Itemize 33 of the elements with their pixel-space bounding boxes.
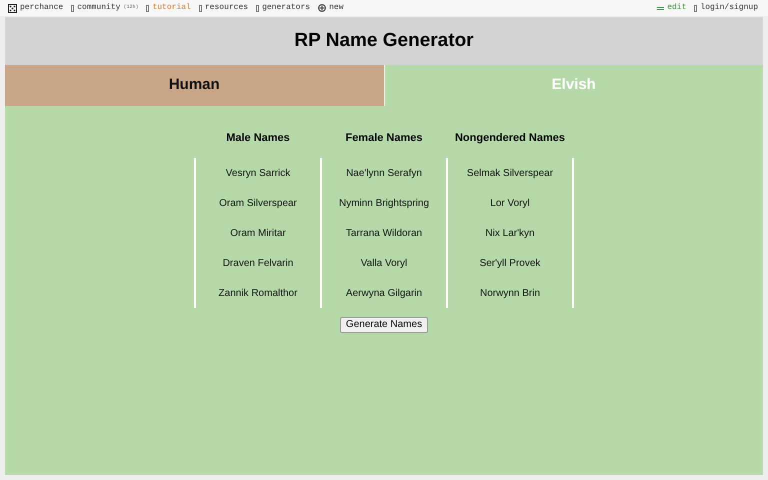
dice-icon — [8, 4, 17, 12]
login-link[interactable]: login/signup — [694, 2, 758, 14]
nav-link[interactable]: new — [318, 2, 344, 14]
name-cell: Aerwyna Gilgarin — [346, 288, 422, 298]
name-cell: Lor Voryl — [490, 198, 530, 208]
plus-circle-icon — [318, 4, 326, 12]
name-cell: Oram Silverspear — [219, 198, 297, 208]
name-cell: Zannik Romalthor — [218, 288, 298, 298]
box-icon — [694, 4, 698, 12]
column-header: Nongendered Names — [454, 132, 566, 144]
box-icon — [256, 4, 260, 12]
name-cell: Tarrana Wildoran — [346, 228, 422, 238]
box-icon — [198, 4, 202, 12]
nav-link[interactable]: resources — [198, 2, 248, 14]
nav-link[interactable]: perchance — [8, 2, 64, 14]
name-cell: Draven Felvarin — [222, 258, 294, 268]
name-cell: Selmak Silverspear — [466, 168, 554, 178]
box-icon — [146, 4, 150, 12]
name-cell: Nyminn Brightspring — [338, 198, 430, 208]
generate-names-button[interactable]: Generate Names — [340, 317, 428, 333]
box-icon — [71, 4, 74, 12]
name-cell: Valla Voryl — [360, 258, 408, 268]
column-header: Male Names — [226, 132, 290, 144]
page-title: RP Name Generator — [294, 28, 474, 53]
name-cell: Nix Lar'kyn — [485, 228, 535, 238]
nav-link[interactable]: generators — [256, 2, 310, 14]
name-cell: Norwynn Brin — [480, 288, 540, 298]
name-cell: Ser'yll Provek — [480, 258, 540, 268]
name-cell: Oram Miritar — [230, 228, 286, 238]
name-cell: Nae'lynn Serafyn — [346, 168, 422, 178]
name-cell: Vesryn Sarrick — [226, 168, 290, 178]
column-header: Female Names — [345, 132, 423, 144]
tab[interactable]: Human — [5, 65, 384, 106]
